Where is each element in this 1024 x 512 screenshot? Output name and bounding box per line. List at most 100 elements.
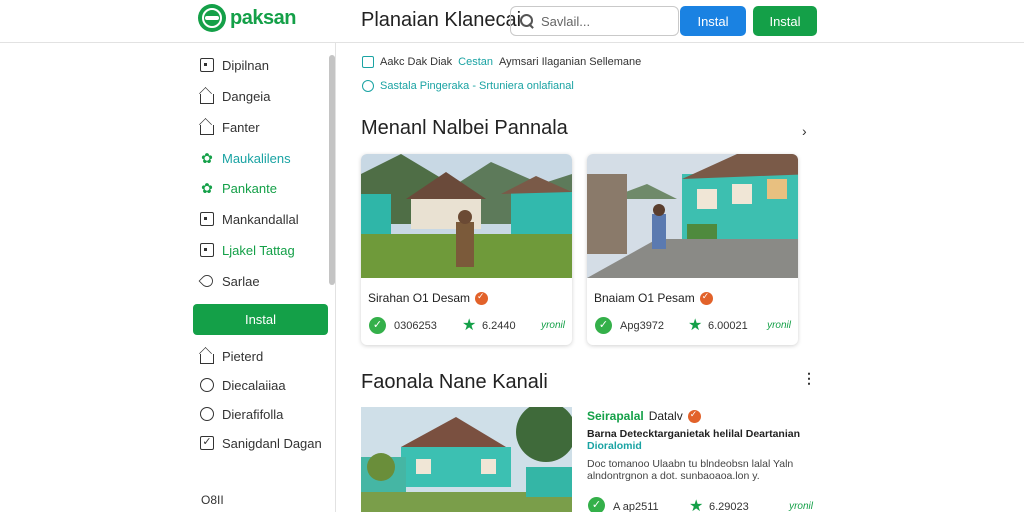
listing-stats: ✓ Apg3972 ★ 6.00021 yronil <box>594 317 791 335</box>
featured-title-brand: Seirapalal <box>587 409 644 423</box>
star-icon: ★ <box>462 317 477 334</box>
sidebar-item-label: Dierafifolla <box>222 406 284 422</box>
install-button-primary[interactable]: Instal <box>680 6 746 36</box>
verified-badge-icon <box>687 409 701 423</box>
check-circle-icon: ✓ <box>369 317 386 334</box>
stat-code: Apg3972 <box>620 320 665 332</box>
sidebar-item-label: Diecalaiiaa <box>222 377 286 393</box>
listing-photo <box>361 154 572 278</box>
stat-code: 0306253 <box>394 320 437 332</box>
sidebar-item-label: Dangeia <box>222 88 271 104</box>
featured-photo <box>361 407 572 512</box>
sidebar-item-mankandallal[interactable]: Mankandallal <box>200 209 299 229</box>
star-icon: ★ <box>689 498 704 512</box>
stat-tag: yronil <box>789 501 813 512</box>
sidebar-item-label: Dipilnan <box>222 57 269 73</box>
square-icon <box>200 58 214 72</box>
install-button-secondary[interactable]: Instal <box>753 6 817 36</box>
sidebar: Dipilnan Dangeia Fanter ✿ Maukalilens ✿ … <box>0 43 336 512</box>
sidebar-item-label: Pankante <box>222 180 277 196</box>
sidebar-item-maukalilens[interactable]: ✿ Maukalilens <box>200 148 291 168</box>
app-window: paksan Planaian Klanecai Instal Instal D… <box>0 0 1024 512</box>
square-icon <box>200 243 214 257</box>
verified-badge-icon <box>475 291 489 305</box>
sidebar-item-pieterd[interactable]: Pieterd <box>200 346 263 366</box>
sidebar-item-label: Sanigdanl Dagan <box>222 435 322 451</box>
logo[interactable]: paksan <box>198 4 296 32</box>
star-icon: ★ <box>688 317 703 334</box>
circle-icon <box>200 407 214 421</box>
info-text[interactable]: Sastala Pingeraka - Srtuniera onlafianal <box>380 80 574 92</box>
sidebar-item-label: Pieterd <box>222 348 264 364</box>
square-icon <box>200 212 214 226</box>
search-input[interactable] <box>541 13 661 29</box>
stat-rating: 6.29023 <box>709 501 749 512</box>
sidebar-item-label: Maukalilens <box>222 150 291 166</box>
listing-card[interactable]: Bnaiam O1 Pesam ✓ Apg3972 ★ 6.00021 yron… <box>587 154 798 345</box>
section-title-2: Faonala Nane Kanali <box>361 371 548 393</box>
info-line-2: Sastala Pingeraka - Srtuniera onlafianal <box>362 80 574 92</box>
leaf-icon: ✿ <box>201 180 213 196</box>
sidebar-item-pankante[interactable]: ✿ Pankante <box>200 178 277 198</box>
sidebar-install-button[interactable]: Instal <box>193 304 328 335</box>
listing-title-text: Bnaiam O1 Pesam <box>594 291 695 305</box>
stat-rating: 6.00021 <box>708 320 748 332</box>
chevron-right-icon[interactable]: › <box>802 123 807 139</box>
house-icon <box>200 125 214 135</box>
sidebar-footer: O8II <box>201 493 224 507</box>
section-title-1: Menanl Nalbei Pannala <box>361 117 568 139</box>
search-box[interactable] <box>510 6 679 36</box>
stat-tag: yronil <box>767 320 791 331</box>
sidebar-item-sanigdanl-dagan[interactable]: ✓ Sanigdanl Dagan <box>200 433 322 453</box>
info-prefix: Aakc Dak Diak <box>380 56 453 68</box>
sidebar-item-label: Sarlae <box>222 273 260 289</box>
listing-title: Sirahan O1 Desam <box>368 291 489 305</box>
logo-text: paksan <box>230 6 296 29</box>
circle-icon <box>200 378 214 392</box>
chat-icon <box>362 80 374 92</box>
sidebar-item-dangeia[interactable]: Dangeia <box>200 86 270 106</box>
featured-listing[interactable]: Seirapalal Datalv Barna Detecktarganieta… <box>361 407 814 512</box>
bookmark-icon <box>362 56 374 68</box>
leaf-icon: ✿ <box>201 150 213 166</box>
sidebar-item-dipilnan[interactable]: Dipilnan <box>200 55 269 75</box>
info-suffix: Aymsari Ilaganian Sellemane <box>499 56 642 68</box>
top-bar: paksan Planaian Klanecai Instal Instal <box>0 0 1024 43</box>
search-icon <box>519 13 535 29</box>
tag-icon <box>198 272 216 290</box>
sidebar-item-dierafifolla[interactable]: Dierafifolla <box>200 404 283 424</box>
sidebar-item-fanter[interactable]: Fanter <box>200 117 260 137</box>
check-icon: ✓ <box>200 436 214 450</box>
listing-title-text: Sirahan O1 Desam <box>368 291 471 305</box>
featured-details: Seirapalal Datalv Barna Detecktarganieta… <box>587 409 813 483</box>
listing-stats: ✓ 0306253 ★ 6.2440 yronil <box>368 317 565 335</box>
logo-icon <box>198 4 226 32</box>
sidebar-item-ljakel-tattag[interactable]: Ljakel Tattag <box>200 240 295 260</box>
featured-stats: ✓ A ap2511 ★ 6.29023 yronil <box>587 497 813 512</box>
sidebar-item-label: Ljakel Tattag <box>222 242 295 258</box>
featured-title-text: Datalv <box>648 409 683 423</box>
check-circle-icon: ✓ <box>588 497 605 512</box>
sidebar-item-sarlae[interactable]: Sarlae <box>198 271 260 291</box>
featured-title: Seirapalal Datalv <box>587 409 813 423</box>
sidebar-item-diecalaiiaa[interactable]: Diecalaiiaa <box>200 375 286 395</box>
info-line-1: Aakc Dak Diak Cestan Aymsari Ilaganian S… <box>362 56 641 68</box>
featured-subtitle-link[interactable]: Dioralomid <box>587 440 813 452</box>
sidebar-item-label: Fanter <box>222 119 260 135</box>
sidebar-item-label: Mankandallal <box>222 211 299 227</box>
listing-photo <box>587 154 798 278</box>
check-circle-icon: ✓ <box>595 317 612 334</box>
house-icon <box>200 94 214 104</box>
house-icon <box>200 354 214 364</box>
main-content: Aakc Dak Diak Cestan Aymsari Ilaganian S… <box>336 43 1024 512</box>
stat-rating: 6.2440 <box>482 320 516 332</box>
page-title: Planaian Klanecai <box>361 9 522 31</box>
info-link[interactable]: Cestan <box>458 56 493 68</box>
listing-card[interactable]: Sirahan O1 Desam ✓ 0306253 ★ 6.2440 yron… <box>361 154 572 345</box>
stat-tag: yronil <box>541 320 565 331</box>
listing-title: Bnaiam O1 Pesam <box>594 291 713 305</box>
stat-code: A ap2511 <box>613 501 659 512</box>
more-options-icon[interactable]: ⋮ <box>802 370 816 387</box>
featured-description: Doc tomanoo Ulaabn tu blndeobsn lalal Ya… <box>587 458 794 482</box>
sidebar-scrollbar[interactable] <box>329 55 335 285</box>
